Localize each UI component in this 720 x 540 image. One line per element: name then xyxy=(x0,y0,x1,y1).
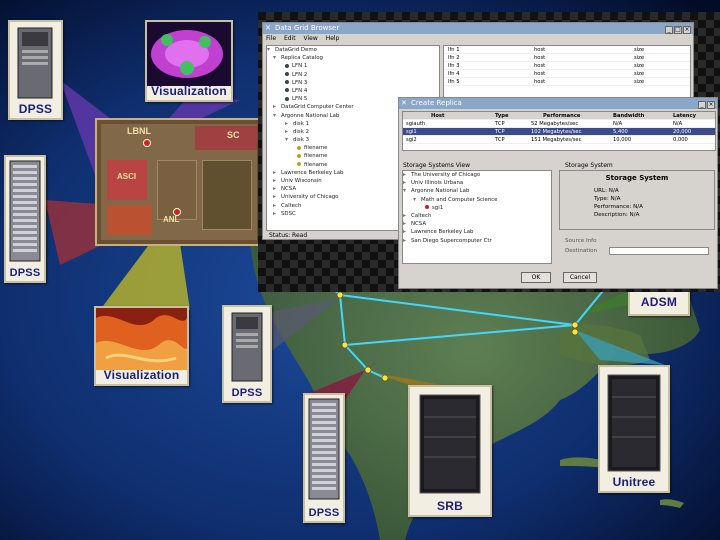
panel-title: Storage Systems View xyxy=(403,162,471,169)
network-node xyxy=(336,291,344,299)
table-row-selected[interactable]: sgi1 TCP 102 Megabytes/sec 5,400 20,000 xyxy=(403,128,715,136)
visualization-tile-top: Visualization xyxy=(145,20,233,102)
list-row[interactable]: lfn 5 host size xyxy=(444,78,690,86)
window-title: Create Replica xyxy=(411,99,462,107)
minimize-button[interactable]: _ xyxy=(698,101,706,109)
tree-row[interactable]: ▸ San Diego Supercomputer Ctr xyxy=(403,237,551,245)
storage-cabinet-icon xyxy=(607,374,661,472)
tree-row[interactable]: ▸ The University of Chicago xyxy=(403,171,551,179)
tree-row[interactable]: ▸ Caltech xyxy=(403,212,551,220)
srb-tile: SRB xyxy=(408,385,492,517)
list-row[interactable]: lfn 3 host size xyxy=(444,62,690,70)
tree-row[interactable]: ▾ Math and Computer Science xyxy=(403,196,551,204)
tile-label: Visualization xyxy=(103,368,180,382)
tile-label: DPSS xyxy=(231,387,263,399)
close-button[interactable]: × xyxy=(683,26,691,34)
tree-row[interactable]: ▾ Argonne National Lab xyxy=(403,187,551,195)
unitree-tile: Unitree xyxy=(598,365,670,493)
destination-label: Destination xyxy=(565,248,598,254)
tree-row[interactable]: ▾ DataGrid Demo xyxy=(267,46,439,54)
minimize-button[interactable]: _ xyxy=(665,26,673,34)
tree-row[interactable]: ▸ Lawrence Berkeley Lab xyxy=(403,228,551,236)
ok-button[interactable]: OK xyxy=(521,272,551,283)
chip-label-asci: ASCI xyxy=(117,172,137,181)
tile-label: DPSS xyxy=(308,507,340,519)
destination-field[interactable] xyxy=(609,247,709,255)
storage-tree-panel[interactable]: ▸ The University of Chicago ▸ Univ Illinoi… xyxy=(402,170,552,264)
network-node xyxy=(341,341,349,349)
window-titlebar[interactable]: ✕ Create Replica _ × xyxy=(399,98,717,109)
list-row[interactable]: lfn 2 host size xyxy=(444,54,690,62)
menu-file[interactable]: File xyxy=(266,35,276,42)
tree-row[interactable]: ▸ Univ Illinois Urbana xyxy=(403,179,551,187)
visualization-tile-bottom: Visualization xyxy=(94,306,189,386)
storage-rack-icon xyxy=(9,160,41,262)
adsm-tile: ADSM xyxy=(628,288,690,316)
tree-row[interactable]: ▸ NCSA xyxy=(403,220,551,228)
tile-label: ADSM xyxy=(640,295,678,309)
tree-row[interactable]: LFN 2 xyxy=(267,71,439,79)
list-row[interactable]: lfn 4 host size xyxy=(444,70,690,78)
tile-label: DPSS xyxy=(18,102,53,116)
close-button[interactable]: × xyxy=(707,101,715,109)
panel-title: Storage System xyxy=(565,162,613,169)
dpss-tile-bottom: DPSS xyxy=(303,393,345,523)
list-row[interactable]: lfn 1 host size xyxy=(444,46,690,54)
window-titlebar[interactable]: ✕ Data Grid Browser _ □ × xyxy=(263,23,693,34)
close-icon[interactable]: ✕ xyxy=(265,23,271,34)
menu-help[interactable]: Help xyxy=(326,35,340,42)
server-tower-icon xyxy=(231,312,263,382)
create-replica-window: ✕ Create Replica _ × Host Type Performanc… xyxy=(398,97,718,289)
cancel-button[interactable]: Cancel xyxy=(563,272,597,283)
tree-row[interactable]: LFN 1 xyxy=(267,62,439,70)
network-node xyxy=(571,321,579,329)
tree-row[interactable]: ▾ Replica Catalog xyxy=(267,54,439,62)
visualization-image xyxy=(96,308,187,370)
tile-label: Visualization xyxy=(151,84,227,98)
tree-row[interactable]: LFN 3 xyxy=(267,79,439,87)
tile-label: SRB xyxy=(437,499,463,513)
storage-cabinet-icon xyxy=(419,394,481,494)
chip-diagram: LBNL ASCI SC ANL xyxy=(95,118,263,246)
network-node xyxy=(571,328,579,336)
storage-details-panel: Storage System URL: N/A Type: N/A Perfor… xyxy=(559,170,715,230)
details-text: URL: N/A Type: N/A Performance: N/A Desc… xyxy=(594,188,644,218)
storage-rack-icon xyxy=(308,398,340,500)
table-row[interactable]: sgi2 TCP 151 Megabytes/sec 10,000 0,000 xyxy=(403,136,715,144)
chip-label-sc: SC xyxy=(227,130,240,140)
network-node xyxy=(364,366,372,374)
visualization-image xyxy=(147,22,231,86)
table-row[interactable]: sgiauth TCP 52 Megabytes/sec N/A N/A xyxy=(403,120,715,128)
dpss-tile-rack: DPSS xyxy=(4,155,46,283)
menu-bar: File Edit View Help xyxy=(263,34,693,43)
tile-label: DPSS xyxy=(9,267,41,279)
chip-label-lbnl: LBNL xyxy=(127,126,151,136)
tree-row[interactable]: LFN 4 xyxy=(267,87,439,95)
maximize-button[interactable]: □ xyxy=(674,26,682,34)
network-node xyxy=(381,374,389,382)
status-bar: Status: Read xyxy=(269,232,308,239)
menu-edit[interactable]: Edit xyxy=(284,35,296,42)
chip-label-anl: ANL xyxy=(163,215,180,224)
tile-label: Unitree xyxy=(612,475,656,489)
table-header: Host Type Performance Bandwidth Latency xyxy=(403,112,715,120)
dpss-tile-middle: DPSS xyxy=(222,305,272,403)
dpss-tile-top: DPSS xyxy=(8,20,63,120)
source-label: Source Info xyxy=(565,238,597,244)
close-icon[interactable]: ✕ xyxy=(401,98,407,109)
grid-list-panel[interactable]: lfn 1 host size lfn 2 host size lfn 3 host siz… xyxy=(443,45,691,101)
tree-row[interactable]: sgi1 xyxy=(403,204,551,212)
replica-table[interactable]: Host Type Performance Bandwidth Latency … xyxy=(402,111,716,151)
menu-view[interactable]: View xyxy=(304,35,318,42)
window-title: Data Grid Browser xyxy=(275,24,340,32)
details-heading: Storage System xyxy=(605,174,669,182)
